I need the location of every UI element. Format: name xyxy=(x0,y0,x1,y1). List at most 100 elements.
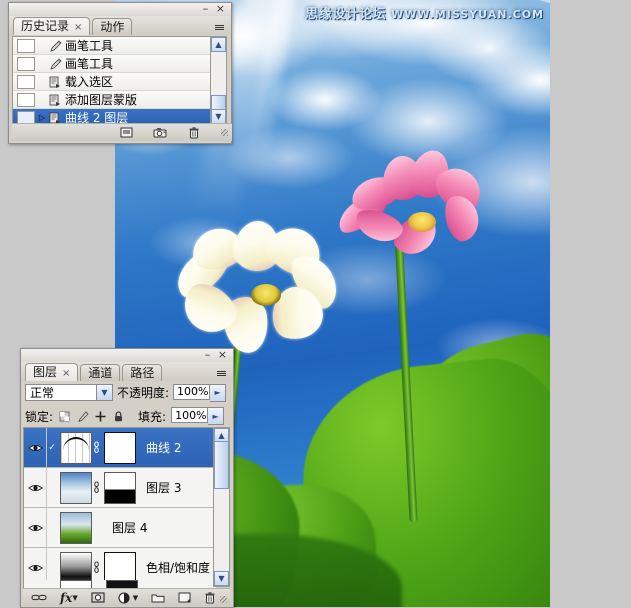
folder-icon[interactable] xyxy=(151,591,165,605)
tab-channels-label: 通道 xyxy=(88,366,112,380)
layer-name: 色相/饱和度 1 xyxy=(136,559,216,576)
layers-panel-tabs[interactable]: 图层× 通道 路径 xyxy=(21,362,233,381)
history-panel-footer[interactable] xyxy=(12,123,232,141)
lock-label: 锁定: xyxy=(25,408,53,425)
scroll-up-icon[interactable]: ▲ xyxy=(211,37,226,52)
lock-transparent-pixels-icon[interactable] xyxy=(58,410,71,423)
white-lotus-flower xyxy=(176,225,346,355)
layers-panel-footer[interactable]: fx▼ ▼ xyxy=(23,588,230,606)
layer-row-curves-2[interactable]: ✓ 曲线 2 xyxy=(24,428,216,468)
history-state-row[interactable]: 画笔工具 xyxy=(13,37,213,55)
opacity-input[interactable]: 100% xyxy=(173,384,210,400)
brush-icon xyxy=(46,58,63,70)
document-icon xyxy=(46,94,63,106)
document-icon xyxy=(46,112,63,124)
tab-history[interactable]: 历史记录 × xyxy=(13,17,90,35)
white-layer-mask-thumb[interactable] xyxy=(104,552,136,584)
new-document-icon[interactable] xyxy=(119,126,133,139)
resize-grip[interactable] xyxy=(221,129,228,136)
trash-icon[interactable] xyxy=(204,591,216,605)
history-states-list[interactable]: 画笔工具 画笔工具 载入选区 添加图层蒙版 xyxy=(12,36,214,125)
history-window-controls[interactable]: – × xyxy=(203,3,227,14)
black-white-layer-mask-thumb[interactable] xyxy=(104,472,136,504)
lock-position-icon[interactable] xyxy=(94,410,107,423)
scroll-down-icon[interactable]: ▼ xyxy=(214,571,229,586)
layer-row-layer-3[interactable]: 图层 3 xyxy=(24,468,216,508)
close-icon[interactable]: × xyxy=(62,368,70,379)
history-panel-tabs[interactable]: 历史记录 × 动作 xyxy=(9,16,231,35)
pink-lotus-flower xyxy=(341,164,481,264)
tab-layers[interactable]: 图层× xyxy=(25,363,78,381)
blend-mode-row[interactable]: 正常 ▼ 不透明度: 100% ► xyxy=(21,381,233,404)
white-layer-mask-thumb[interactable] xyxy=(104,432,136,464)
half-circle-icon[interactable]: ▼ xyxy=(118,591,138,605)
history-snapshot-checkbox[interactable] xyxy=(17,39,35,53)
watermark: 思缘设计论坛 WWW.MISSYUAN.COM xyxy=(305,3,544,22)
layer-visibility-toggle[interactable] xyxy=(24,428,47,467)
layer-visibility-toggle[interactable] xyxy=(24,508,47,547)
chain-link-icon[interactable] xyxy=(92,441,101,454)
history-panel-titlebar[interactable]: – × xyxy=(9,3,231,16)
layer-name: 图层 3 xyxy=(136,479,181,496)
curves-adjustment-thumb[interactable] xyxy=(60,432,92,464)
chain-link-icon[interactable] xyxy=(92,481,101,494)
lock-row[interactable]: 锁定: 填充: 100% ► xyxy=(21,405,233,427)
tab-actions[interactable]: 动作 xyxy=(92,18,132,35)
chain-link-icon[interactable] xyxy=(92,561,101,574)
brush-icon xyxy=(46,40,63,52)
tab-channels[interactable]: 通道 xyxy=(80,364,120,381)
layer-row-layer-4[interactable]: 图层 4 xyxy=(24,508,216,548)
watermark-chinese: 思缘设计论坛 xyxy=(305,7,386,22)
blend-mode-select[interactable]: 正常 ▼ xyxy=(25,384,113,401)
history-state-row[interactable]: 添加图层蒙版 xyxy=(13,91,213,109)
layers-panel-titlebar[interactable]: – × xyxy=(21,349,233,362)
document-icon xyxy=(46,76,63,88)
fill-input[interactable]: 100% xyxy=(171,407,208,423)
fx-icon[interactable]: fx▼ xyxy=(60,591,78,605)
layers-window-controls[interactable]: – × xyxy=(205,349,229,360)
hue-saturation-adjustment-thumb[interactable] xyxy=(60,552,92,584)
layers-scrollbar[interactable]: ▲ ▼ xyxy=(213,427,230,587)
close-icon[interactable]: × xyxy=(74,22,82,33)
tab-actions-label: 动作 xyxy=(100,20,124,34)
fill-slider-arrow-icon[interactable]: ► xyxy=(208,407,224,425)
history-state-row[interactable]: 载入选区 xyxy=(13,73,213,91)
partial-mask-thumb xyxy=(106,580,138,588)
watermark-url: WWW.MISSYUAN.COM xyxy=(391,8,544,21)
layer-row-partial[interactable] xyxy=(23,580,216,588)
tab-paths[interactable]: 路径 xyxy=(122,364,162,381)
chevron-down-icon[interactable]: ▼ xyxy=(96,385,112,400)
history-state-label: 画笔工具 xyxy=(63,55,113,72)
layers-panel[interactable]: – × 图层× 通道 路径 正常 ▼ 不透明度: 100% ► 锁定: xyxy=(20,348,234,608)
layer-link-indicator[interactable]: ✓ xyxy=(47,443,57,453)
history-snapshot-checkbox[interactable] xyxy=(17,57,35,71)
fill-label: 填充: xyxy=(138,408,166,425)
history-scrollbar[interactable]: ▲ ▼ xyxy=(210,36,227,125)
lotus-photo-thumb[interactable] xyxy=(60,512,92,544)
history-state-row[interactable]: 画笔工具 xyxy=(13,55,213,73)
lock-all-icon[interactable] xyxy=(112,410,125,423)
camera-icon[interactable] xyxy=(153,126,167,139)
new-layer-icon[interactable] xyxy=(178,591,191,605)
trash-icon[interactable] xyxy=(187,126,201,139)
fill-value: 100% xyxy=(175,409,206,422)
layer-name: 曲线 2 xyxy=(136,439,181,456)
history-snapshot-checkbox[interactable] xyxy=(17,93,35,107)
sky-photo-thumb[interactable] xyxy=(60,472,92,504)
layers-list[interactable]: ✓ 曲线 2 图层 3 图层 4 xyxy=(23,427,216,587)
layers-scrollbar-thumb[interactable] xyxy=(214,441,229,489)
white-lotus-center xyxy=(251,284,281,306)
panel-menu-icon[interactable] xyxy=(211,21,227,34)
history-panel[interactable]: – × 历史记录× 动作 画笔工具 画笔工 xyxy=(8,2,232,144)
layer-visibility-toggle[interactable] xyxy=(24,468,47,507)
resize-grip[interactable] xyxy=(220,596,227,603)
opacity-slider-arrow-icon[interactable]: ► xyxy=(210,384,226,402)
history-snapshot-checkbox[interactable] xyxy=(17,75,35,89)
scroll-down-icon[interactable]: ▼ xyxy=(211,109,226,124)
mask-circle-icon[interactable] xyxy=(91,591,105,605)
tab-paths-label: 路径 xyxy=(130,366,154,380)
chain-link-icon[interactable] xyxy=(31,591,47,605)
tab-history-label: 历史记录 xyxy=(21,19,69,33)
lock-image-pixels-icon[interactable] xyxy=(76,410,89,423)
panel-menu-icon[interactable] xyxy=(213,367,229,380)
